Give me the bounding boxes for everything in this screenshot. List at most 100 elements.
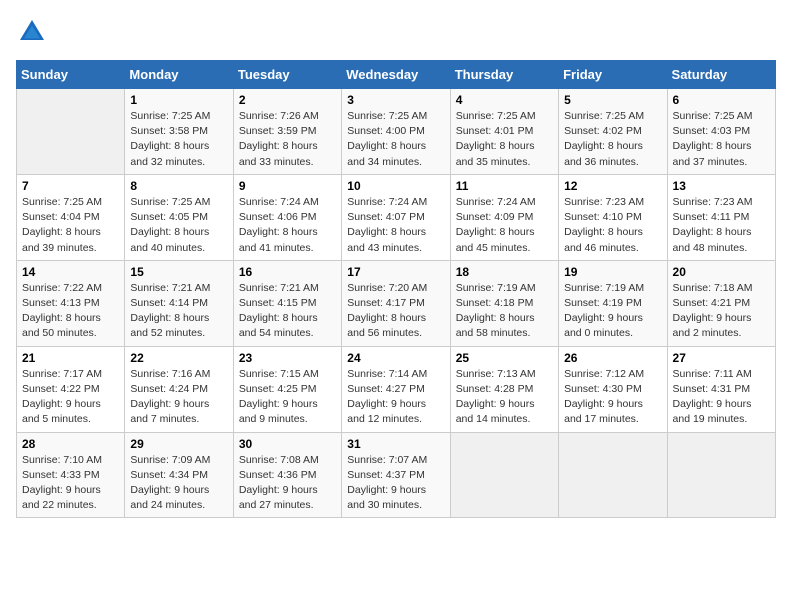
calendar-cell: 5 Sunrise: 7:25 AMSunset: 4:02 PMDayligh… [559, 89, 667, 175]
day-info: Sunrise: 7:08 AMSunset: 4:36 PMDaylight:… [239, 454, 319, 512]
day-info: Sunrise: 7:20 AMSunset: 4:17 PMDaylight:… [347, 282, 427, 340]
day-info: Sunrise: 7:25 AMSunset: 4:02 PMDaylight:… [564, 110, 644, 168]
calendar-cell: 27 Sunrise: 7:11 AMSunset: 4:31 PMDaylig… [667, 346, 775, 432]
weekday-header-friday: Friday [559, 61, 667, 89]
day-number: 25 [456, 351, 553, 365]
calendar-cell: 30 Sunrise: 7:08 AMSunset: 4:36 PMDaylig… [233, 432, 341, 518]
calendar-week-row: 28 Sunrise: 7:10 AMSunset: 4:33 PMDaylig… [17, 432, 776, 518]
day-number: 18 [456, 265, 553, 279]
calendar-cell [17, 89, 125, 175]
calendar-table: SundayMondayTuesdayWednesdayThursdayFrid… [16, 60, 776, 518]
day-info: Sunrise: 7:24 AMSunset: 4:06 PMDaylight:… [239, 196, 319, 254]
calendar-cell: 2 Sunrise: 7:26 AMSunset: 3:59 PMDayligh… [233, 89, 341, 175]
day-number: 3 [347, 93, 444, 107]
day-info: Sunrise: 7:14 AMSunset: 4:27 PMDaylight:… [347, 368, 427, 426]
day-info: Sunrise: 7:09 AMSunset: 4:34 PMDaylight:… [130, 454, 210, 512]
day-info: Sunrise: 7:24 AMSunset: 4:07 PMDaylight:… [347, 196, 427, 254]
calendar-cell: 4 Sunrise: 7:25 AMSunset: 4:01 PMDayligh… [450, 89, 558, 175]
day-number: 17 [347, 265, 444, 279]
weekday-header-wednesday: Wednesday [342, 61, 450, 89]
day-number: 13 [673, 179, 770, 193]
calendar-cell: 13 Sunrise: 7:23 AMSunset: 4:11 PMDaylig… [667, 174, 775, 260]
weekday-header-tuesday: Tuesday [233, 61, 341, 89]
calendar-week-row: 1 Sunrise: 7:25 AMSunset: 3:58 PMDayligh… [17, 89, 776, 175]
day-number: 20 [673, 265, 770, 279]
day-number: 24 [347, 351, 444, 365]
day-number: 22 [130, 351, 227, 365]
calendar-cell: 7 Sunrise: 7:25 AMSunset: 4:04 PMDayligh… [17, 174, 125, 260]
day-number: 30 [239, 437, 336, 451]
day-number: 28 [22, 437, 119, 451]
day-info: Sunrise: 7:23 AMSunset: 4:11 PMDaylight:… [673, 196, 753, 254]
day-info: Sunrise: 7:17 AMSunset: 4:22 PMDaylight:… [22, 368, 102, 426]
calendar-cell: 3 Sunrise: 7:25 AMSunset: 4:00 PMDayligh… [342, 89, 450, 175]
day-number: 26 [564, 351, 661, 365]
day-number: 6 [673, 93, 770, 107]
day-info: Sunrise: 7:26 AMSunset: 3:59 PMDaylight:… [239, 110, 319, 168]
calendar-cell: 18 Sunrise: 7:19 AMSunset: 4:18 PMDaylig… [450, 260, 558, 346]
calendar-cell: 19 Sunrise: 7:19 AMSunset: 4:19 PMDaylig… [559, 260, 667, 346]
day-number: 16 [239, 265, 336, 279]
calendar-cell: 8 Sunrise: 7:25 AMSunset: 4:05 PMDayligh… [125, 174, 233, 260]
calendar-cell: 11 Sunrise: 7:24 AMSunset: 4:09 PMDaylig… [450, 174, 558, 260]
day-info: Sunrise: 7:19 AMSunset: 4:18 PMDaylight:… [456, 282, 536, 340]
day-number: 2 [239, 93, 336, 107]
day-info: Sunrise: 7:25 AMSunset: 4:00 PMDaylight:… [347, 110, 427, 168]
day-number: 19 [564, 265, 661, 279]
day-info: Sunrise: 7:21 AMSunset: 4:14 PMDaylight:… [130, 282, 210, 340]
day-number: 15 [130, 265, 227, 279]
calendar-cell: 25 Sunrise: 7:13 AMSunset: 4:28 PMDaylig… [450, 346, 558, 432]
calendar-cell: 12 Sunrise: 7:23 AMSunset: 4:10 PMDaylig… [559, 174, 667, 260]
day-number: 8 [130, 179, 227, 193]
day-number: 1 [130, 93, 227, 107]
day-info: Sunrise: 7:07 AMSunset: 4:37 PMDaylight:… [347, 454, 427, 512]
day-info: Sunrise: 7:18 AMSunset: 4:21 PMDaylight:… [673, 282, 753, 340]
calendar-cell: 26 Sunrise: 7:12 AMSunset: 4:30 PMDaylig… [559, 346, 667, 432]
day-number: 31 [347, 437, 444, 451]
day-number: 23 [239, 351, 336, 365]
day-info: Sunrise: 7:24 AMSunset: 4:09 PMDaylight:… [456, 196, 536, 254]
calendar-cell: 9 Sunrise: 7:24 AMSunset: 4:06 PMDayligh… [233, 174, 341, 260]
day-info: Sunrise: 7:11 AMSunset: 4:31 PMDaylight:… [673, 368, 752, 426]
calendar-cell: 20 Sunrise: 7:18 AMSunset: 4:21 PMDaylig… [667, 260, 775, 346]
day-number: 29 [130, 437, 227, 451]
calendar-cell: 29 Sunrise: 7:09 AMSunset: 4:34 PMDaylig… [125, 432, 233, 518]
day-info: Sunrise: 7:21 AMSunset: 4:15 PMDaylight:… [239, 282, 319, 340]
calendar-cell: 1 Sunrise: 7:25 AMSunset: 3:58 PMDayligh… [125, 89, 233, 175]
calendar-cell: 17 Sunrise: 7:20 AMSunset: 4:17 PMDaylig… [342, 260, 450, 346]
weekday-header-monday: Monday [125, 61, 233, 89]
day-info: Sunrise: 7:25 AMSunset: 4:04 PMDaylight:… [22, 196, 102, 254]
general-blue-logo-icon [16, 16, 48, 48]
day-info: Sunrise: 7:10 AMSunset: 4:33 PMDaylight:… [22, 454, 102, 512]
calendar-cell: 16 Sunrise: 7:21 AMSunset: 4:15 PMDaylig… [233, 260, 341, 346]
day-info: Sunrise: 7:15 AMSunset: 4:25 PMDaylight:… [239, 368, 319, 426]
calendar-cell: 6 Sunrise: 7:25 AMSunset: 4:03 PMDayligh… [667, 89, 775, 175]
day-info: Sunrise: 7:23 AMSunset: 4:10 PMDaylight:… [564, 196, 644, 254]
calendar-cell: 15 Sunrise: 7:21 AMSunset: 4:14 PMDaylig… [125, 260, 233, 346]
calendar-cell: 24 Sunrise: 7:14 AMSunset: 4:27 PMDaylig… [342, 346, 450, 432]
calendar-cell: 23 Sunrise: 7:15 AMSunset: 4:25 PMDaylig… [233, 346, 341, 432]
weekday-header-thursday: Thursday [450, 61, 558, 89]
calendar-cell: 21 Sunrise: 7:17 AMSunset: 4:22 PMDaylig… [17, 346, 125, 432]
day-number: 11 [456, 179, 553, 193]
calendar-week-row: 14 Sunrise: 7:22 AMSunset: 4:13 PMDaylig… [17, 260, 776, 346]
day-number: 27 [673, 351, 770, 365]
weekday-header-row: SundayMondayTuesdayWednesdayThursdayFrid… [17, 61, 776, 89]
calendar-header: SundayMondayTuesdayWednesdayThursdayFrid… [17, 61, 776, 89]
day-info: Sunrise: 7:22 AMSunset: 4:13 PMDaylight:… [22, 282, 102, 340]
day-info: Sunrise: 7:16 AMSunset: 4:24 PMDaylight:… [130, 368, 210, 426]
calendar-week-row: 7 Sunrise: 7:25 AMSunset: 4:04 PMDayligh… [17, 174, 776, 260]
day-number: 10 [347, 179, 444, 193]
day-number: 9 [239, 179, 336, 193]
day-info: Sunrise: 7:25 AMSunset: 4:01 PMDaylight:… [456, 110, 536, 168]
logo [16, 16, 54, 48]
calendar-cell: 22 Sunrise: 7:16 AMSunset: 4:24 PMDaylig… [125, 346, 233, 432]
calendar-cell [450, 432, 558, 518]
calendar-cell [559, 432, 667, 518]
calendar-cell: 28 Sunrise: 7:10 AMSunset: 4:33 PMDaylig… [17, 432, 125, 518]
page-header [16, 16, 776, 48]
day-info: Sunrise: 7:25 AMSunset: 4:03 PMDaylight:… [673, 110, 753, 168]
day-info: Sunrise: 7:25 AMSunset: 4:05 PMDaylight:… [130, 196, 210, 254]
day-number: 14 [22, 265, 119, 279]
day-number: 4 [456, 93, 553, 107]
